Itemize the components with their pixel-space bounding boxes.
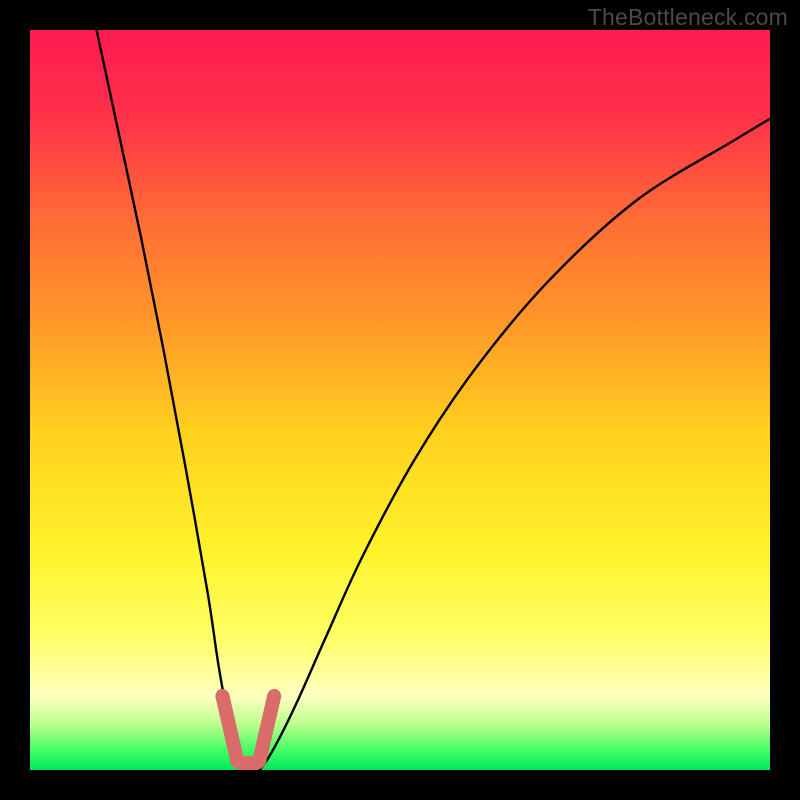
watermark-text: TheBottleneck.com	[588, 4, 788, 31]
plot-frame	[30, 30, 770, 770]
curve-path	[97, 30, 770, 770]
bottleneck-curve	[30, 30, 770, 770]
optimal-region-marker	[222, 696, 274, 763]
